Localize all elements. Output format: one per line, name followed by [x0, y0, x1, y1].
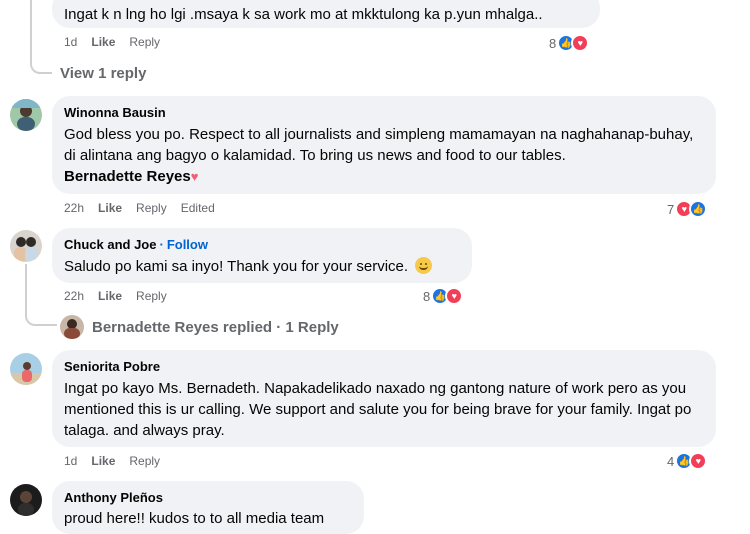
- comment-bubble: Chuck and Joe · Follow Saludo po kami sa…: [52, 228, 472, 283]
- smiling-face-emoji-icon: [415, 257, 433, 274]
- comment-actions: 22h Like Reply: [64, 288, 167, 304]
- comment-bubble: Anthony Pleños proud here!! kudos to to …: [52, 481, 364, 534]
- avatar-photo: [10, 99, 42, 131]
- thread-line: [25, 264, 27, 312]
- reaction-count: 8: [423, 288, 431, 304]
- avatar[interactable]: [10, 230, 42, 262]
- comment-bubble: Seniorita Pobre Ingat po kayo Ms. Bernad…: [52, 350, 716, 447]
- comment-author[interactable]: Chuck and Joe: [64, 236, 156, 253]
- comment-timestamp[interactable]: 22h: [64, 201, 84, 215]
- reaction-count: 7: [667, 201, 675, 217]
- reaction-count: 4: [667, 453, 675, 469]
- comment-text: God bless you po. Respect to all journal…: [64, 126, 694, 164]
- avatar-photo: [10, 230, 42, 262]
- comment-bubble: Winonna Bausin God bless you po. Respect…: [52, 96, 716, 194]
- mention-line: Bernadette Reyes♥: [64, 166, 704, 187]
- replies-summary[interactable]: Bernadette Reyes replied · 1 Reply: [60, 315, 339, 339]
- edited-label[interactable]: Edited: [181, 201, 215, 215]
- like-button[interactable]: Like: [98, 289, 122, 303]
- love-reaction-icon: ♥: [571, 34, 590, 52]
- comment-author[interactable]: Seniorita Pobre: [64, 358, 704, 375]
- comment-timestamp[interactable]: 22h: [64, 289, 84, 303]
- love-reaction-icon: ♥: [445, 287, 464, 305]
- avatar-photo: [10, 353, 42, 385]
- reaction-summary[interactable]: 4 👍 ♥: [667, 451, 708, 471]
- thread-connector: [25, 308, 57, 326]
- thread-connector: [30, 56, 52, 74]
- comment-timestamp[interactable]: 1d: [64, 454, 77, 468]
- like-button[interactable]: Like: [91, 454, 115, 468]
- reaction-summary[interactable]: 8 👍 ♥: [549, 33, 590, 53]
- comment-author[interactable]: Anthony Pleños: [64, 489, 352, 506]
- comment-timestamp[interactable]: 1d: [64, 35, 77, 49]
- comment-text: Saludo po kami sa inyo! Thank you for yo…: [64, 258, 409, 275]
- thread-line: [30, 0, 32, 60]
- avatar[interactable]: [10, 353, 42, 385]
- avatar[interactable]: [10, 99, 42, 131]
- follow-button[interactable]: Follow: [167, 237, 208, 252]
- comment-text-row: Saludo po kami sa inyo! Thank you for yo…: [64, 256, 460, 277]
- mention-link[interactable]: Bernadette Reyes: [64, 168, 191, 185]
- reaction-summary[interactable]: 7 ♥ 👍: [667, 199, 708, 219]
- reaction-summary[interactable]: 8 👍 ♥: [423, 286, 464, 306]
- replier-avatar: [60, 315, 84, 339]
- comment-actions: 1d Like Reply: [64, 34, 160, 50]
- avatar-photo: [10, 484, 42, 516]
- replied-text[interactable]: Bernadette Reyes replied · 1 Reply: [92, 319, 339, 336]
- view-replies-link[interactable]: View 1 reply: [60, 65, 146, 82]
- comment-actions: 22h Like Reply Edited: [64, 200, 215, 216]
- comment-text: proud here!! kudos to to all media team: [64, 510, 325, 527]
- like-button[interactable]: Like: [91, 35, 115, 49]
- pink-heart-emoji-icon: ♥: [190, 169, 199, 184]
- comment-author[interactable]: Winonna Bausin: [64, 104, 704, 121]
- separator-dot: ·: [159, 237, 164, 252]
- comment-actions: 1d Like Reply: [64, 453, 160, 469]
- like-button[interactable]: Like: [98, 201, 122, 215]
- avatar[interactable]: [10, 484, 42, 516]
- reaction-count: 8: [549, 35, 557, 51]
- comment-header: Chuck and Joe · Follow: [64, 236, 460, 253]
- reply-button[interactable]: Reply: [129, 35, 160, 49]
- reply-button[interactable]: Reply: [136, 289, 167, 303]
- comment-text: Ingat po kayo Ms. Bernadeth. Napakadelik…: [64, 380, 692, 439]
- reply-button[interactable]: Reply: [136, 201, 167, 215]
- like-reaction-icon: 👍: [689, 200, 708, 218]
- love-reaction-icon: ♥: [689, 452, 708, 470]
- comment-bubble: Ingat k n lng ho lgi .msaya k sa work mo…: [52, 0, 600, 28]
- comment-text: Ingat k n lng ho lgi .msaya k sa work mo…: [64, 6, 543, 23]
- reply-button[interactable]: Reply: [129, 454, 160, 468]
